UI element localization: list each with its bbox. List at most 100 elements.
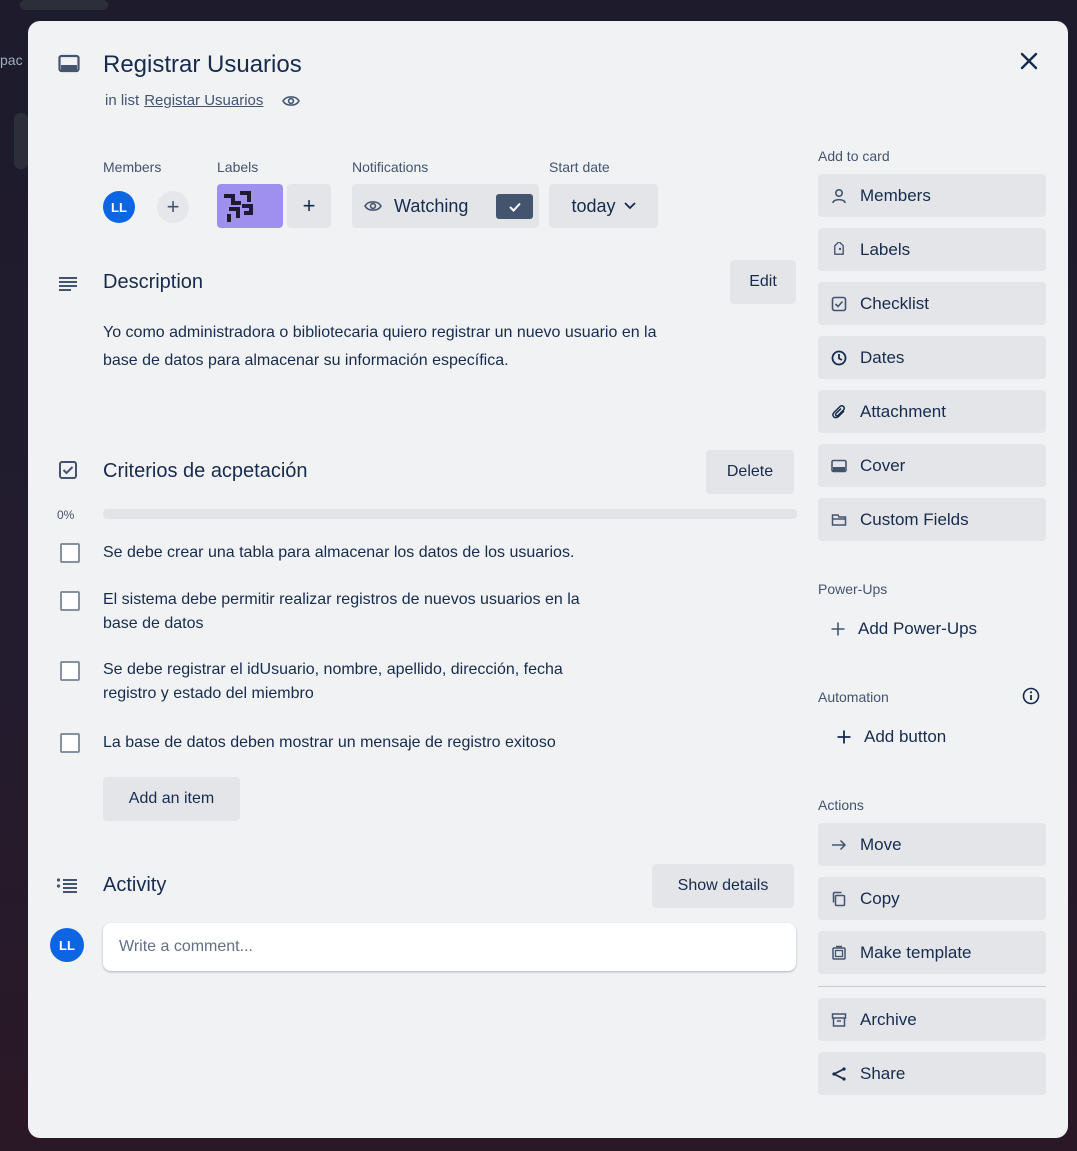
clock-icon <box>830 350 848 366</box>
checkbox-icon <box>830 296 848 312</box>
dates-button[interactable]: Dates <box>818 336 1046 379</box>
comment-input[interactable]: Write a comment... <box>103 923 796 971</box>
chevron-down-icon <box>623 202 636 210</box>
custom-fields-icon <box>830 513 848 527</box>
checklist-item-line: Se debe registrar el idUsuario, nombre, … <box>103 661 563 678</box>
checklist-item-text[interactable]: El sistema debe permitir realizar regist… <box>103 588 580 636</box>
board-list-fragment <box>14 113 28 169</box>
labels-button[interactable]: Labels <box>818 228 1046 271</box>
checklist-item-checkbox[interactable] <box>60 591 80 611</box>
make-template-button-label: Make template <box>860 942 972 962</box>
copy-button-label: Copy <box>860 888 900 908</box>
close-icon[interactable] <box>1017 49 1041 73</box>
move-button[interactable]: Move <box>818 823 1046 866</box>
share-button[interactable]: Share <box>818 1052 1046 1095</box>
check-icon <box>496 194 533 219</box>
checklist-item-line: base de datos <box>103 615 204 632</box>
actions-heading: Actions <box>818 797 864 813</box>
person-icon <box>830 188 848 204</box>
list-prefix: in list <box>105 92 140 109</box>
eye-icon <box>364 200 382 212</box>
watch-button[interactable]: Watching <box>352 184 539 228</box>
plus-icon <box>836 729 852 745</box>
activity-icon <box>56 878 78 894</box>
archive-icon <box>830 1012 848 1028</box>
plus-icon <box>830 621 846 637</box>
archive-button[interactable]: Archive <box>818 998 1046 1041</box>
cover-icon <box>830 459 848 473</box>
make-template-button[interactable]: Make template <box>818 931 1046 974</box>
checklist-icon <box>58 460 78 480</box>
checklist-item-line: La base de datos deben mostrar un mensaj… <box>103 734 556 751</box>
copy-button[interactable]: Copy <box>818 877 1046 920</box>
labels-button-label: Labels <box>860 239 911 259</box>
template-icon <box>830 945 848 961</box>
eye-icon <box>282 95 301 107</box>
progress-bar <box>103 509 797 519</box>
checklist-item-line: registro y estado del miembro <box>103 685 314 702</box>
edit-description-button[interactable]: Edit <box>730 260 796 304</box>
list-link[interactable]: Registar Usuarios <box>144 92 263 109</box>
checklist-item-text[interactable]: Se debe registrar el idUsuario, nombre, … <box>103 658 563 706</box>
checklist-item-checkbox[interactable] <box>60 661 80 681</box>
description-line-2: base de datos para almacenar su informac… <box>103 352 509 369</box>
power-ups-heading: Power-Ups <box>818 581 888 597</box>
description-line-1: Yo como administradora o bibliotecaria q… <box>103 324 657 341</box>
add-member-button[interactable]: + <box>157 191 189 223</box>
start-date-button[interactable]: today <box>549 184 658 228</box>
checklist-title[interactable]: Criterios de acpetación <box>103 460 308 483</box>
checklist-item-line: Se debe crear una tabla para almacenar l… <box>103 544 575 561</box>
member-avatar[interactable]: LL <box>103 191 135 223</box>
delete-checklist-button[interactable]: Delete <box>706 450 794 494</box>
board-text-fragment: pac <box>0 52 23 68</box>
add-power-ups-label: Add Power-Ups <box>858 619 978 638</box>
checklist-item-text[interactable]: La base de datos deben mostrar un mensaj… <box>103 731 556 755</box>
description-text[interactable]: Yo como administradora o bibliotecaria q… <box>103 319 793 375</box>
share-button-label: Share <box>860 1063 906 1083</box>
members-button-label: Members <box>860 185 931 205</box>
add-to-card-heading: Add to card <box>818 148 890 164</box>
board-header-fragment <box>20 0 108 10</box>
start-date-value: today <box>571 195 616 216</box>
paperclip-icon <box>830 404 848 420</box>
automation-heading: Automation <box>818 689 889 705</box>
comment-avatar[interactable]: LL <box>50 928 84 962</box>
add-label-button[interactable]: + <box>287 184 331 228</box>
description-title: Description <box>103 271 204 293</box>
add-button-label: Add button <box>864 727 947 746</box>
label-chip[interactable] <box>217 184 283 228</box>
progress-percent: 0% <box>57 508 75 522</box>
add-power-ups-button[interactable]: Add Power-Ups <box>830 617 977 641</box>
labels-label: Labels <box>217 159 259 175</box>
copy-icon <box>830 891 848 907</box>
checklist-item-line: El sistema debe permitir realizar regist… <box>103 591 580 608</box>
notifications-label: Notifications <box>352 159 429 175</box>
info-icon[interactable] <box>1022 687 1040 705</box>
members-button[interactable]: Members <box>818 174 1046 217</box>
card-icon <box>58 54 80 74</box>
dates-button-label: Dates <box>860 347 905 367</box>
sidebar-divider <box>818 986 1046 987</box>
list-reference: in list Registar Usuarios <box>105 92 301 109</box>
checklist-button[interactable]: Checklist <box>818 282 1046 325</box>
description-icon <box>58 276 78 292</box>
share-icon <box>830 1066 848 1082</box>
attachment-button-label: Attachment <box>860 401 946 421</box>
add-checklist-item-button[interactable]: Add an item <box>103 777 240 821</box>
custom-fields-button[interactable]: Custom Fields <box>818 498 1046 541</box>
add-button-button[interactable]: Add button <box>836 725 946 749</box>
cover-button-label: Cover <box>860 455 906 475</box>
checklist-item-checkbox[interactable] <box>60 733 80 753</box>
move-button-label: Move <box>860 834 902 854</box>
show-details-button[interactable]: Show details <box>652 864 794 908</box>
start-date-label: Start date <box>549 159 610 175</box>
attachment-button[interactable]: Attachment <box>818 390 1046 433</box>
arrow-right-icon <box>830 839 848 851</box>
archive-button-label: Archive <box>860 1009 917 1029</box>
checklist-item-text[interactable]: Se debe crear una tabla para almacenar l… <box>103 541 574 565</box>
checklist-item-checkbox[interactable] <box>60 543 80 563</box>
label-pattern-icon <box>224 191 253 222</box>
members-label: Members <box>103 159 162 175</box>
card-title[interactable]: Registrar Usuarios <box>103 51 302 79</box>
cover-button[interactable]: Cover <box>818 444 1046 487</box>
